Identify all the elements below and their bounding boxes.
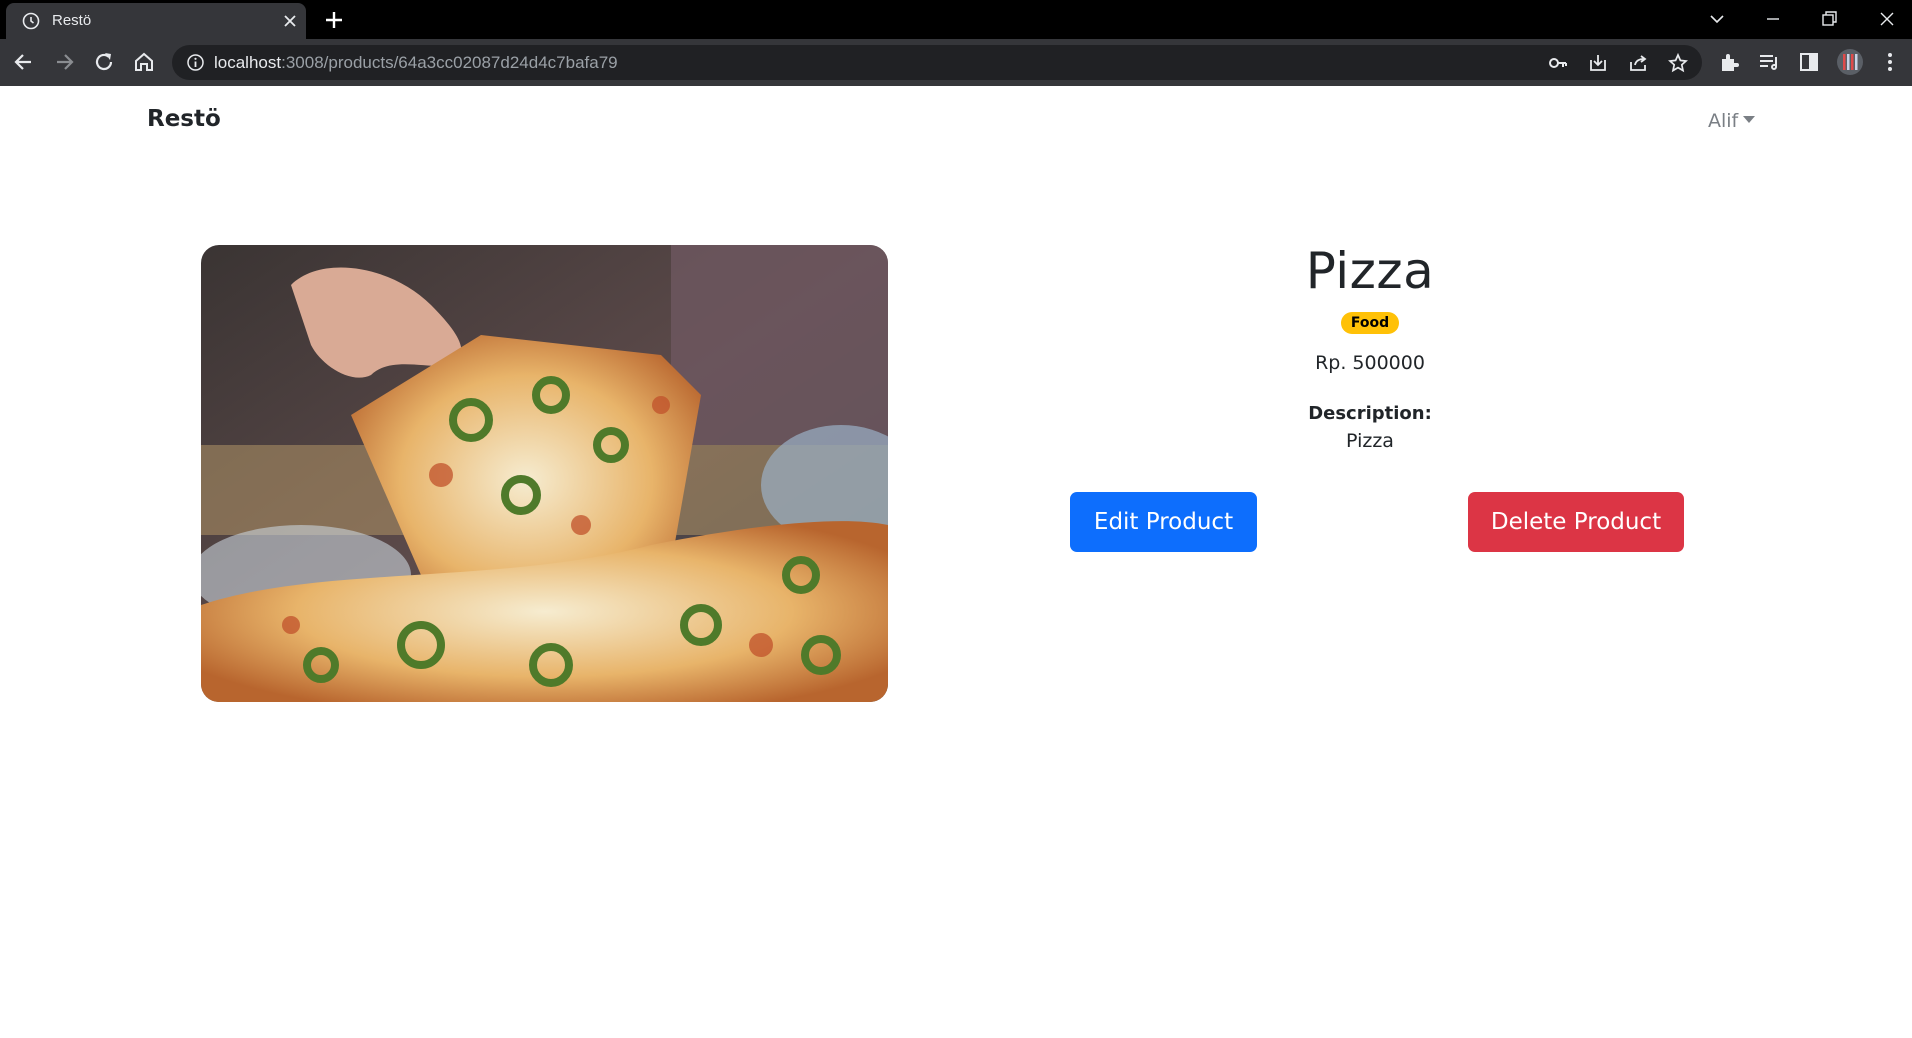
page-content: Restö Alif Pizza Food Rp. 500000 Descrip… <box>0 86 1912 1038</box>
restore-icon[interactable] <box>1816 6 1842 32</box>
extensions-icon[interactable] <box>1717 50 1741 74</box>
product-price: Rp. 500000 <box>1315 352 1425 374</box>
edit-product-button[interactable]: Edit Product <box>1070 492 1257 552</box>
reading-list-icon[interactable] <box>1757 50 1781 74</box>
category-badge: Food <box>1340 312 1400 334</box>
user-name: Alif <box>1708 110 1739 132</box>
address-bar[interactable]: localhost:3008/products/64a3cc02087d24d4… <box>172 45 1702 80</box>
description-label: Description: <box>1308 403 1432 424</box>
new-tab-icon[interactable] <box>322 8 346 32</box>
close-icon[interactable] <box>280 11 300 31</box>
minimize-icon[interactable] <box>1760 6 1786 32</box>
install-icon[interactable] <box>1587 52 1609 74</box>
product-image <box>201 245 888 702</box>
caret-down-icon <box>1743 116 1756 123</box>
description-text: Pizza <box>1346 430 1394 452</box>
user-dropdown[interactable]: Alif <box>1708 110 1756 132</box>
back-icon[interactable] <box>11 49 37 75</box>
close-window-icon[interactable] <box>1874 6 1900 32</box>
share-icon[interactable] <box>1627 52 1649 74</box>
menu-icon[interactable] <box>1878 50 1902 74</box>
clock-favicon-icon <box>22 12 40 30</box>
profile-icon[interactable] <box>1836 48 1864 76</box>
info-icon[interactable] <box>186 53 205 72</box>
chevron-down-icon[interactable] <box>1704 6 1730 32</box>
product-name: Pizza <box>1305 242 1435 300</box>
delete-product-button[interactable]: Delete Product <box>1468 492 1684 552</box>
forward-icon[interactable] <box>51 49 77 75</box>
navbar-brand[interactable]: Restö <box>147 106 221 132</box>
star-icon[interactable] <box>1667 52 1689 74</box>
reload-icon[interactable] <box>91 49 117 75</box>
product-detail: Pizza Food Rp. 500000 Description: Pizza <box>1050 236 1690 452</box>
browser-tab[interactable]: Restö <box>6 3 306 39</box>
tab-title: Restö <box>52 12 92 29</box>
key-icon[interactable] <box>1547 52 1569 74</box>
side-panel-icon[interactable] <box>1797 50 1821 74</box>
url-host: localhost <box>214 53 282 72</box>
home-icon[interactable] <box>131 49 157 75</box>
tab-strip: Restö <box>0 0 1912 39</box>
browser-toolbar: localhost:3008/products/64a3cc02087d24d4… <box>0 39 1912 86</box>
url-text[interactable]: localhost:3008/products/64a3cc02087d24d4… <box>214 53 618 73</box>
url-path: :3008/products/64a3cc02087d24d4c7bafa79 <box>281 53 618 72</box>
